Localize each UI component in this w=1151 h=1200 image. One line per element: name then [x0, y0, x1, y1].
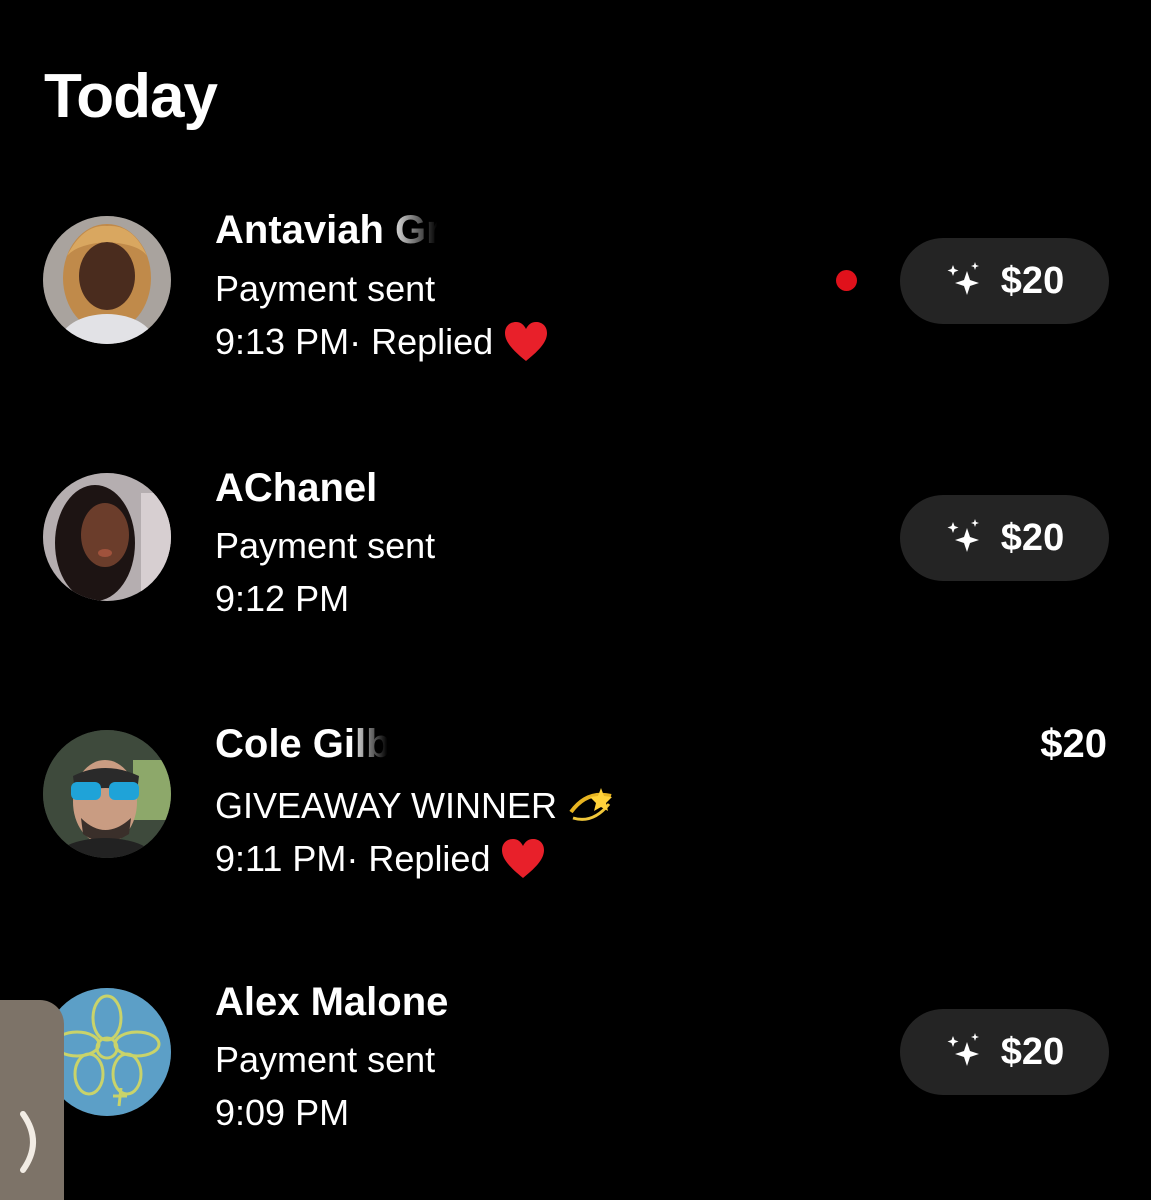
- amount-label: $20: [1000, 259, 1065, 302]
- section-title: Today: [44, 62, 218, 131]
- message-meta: 9:09 PM: [215, 1095, 349, 1131]
- message-subtitle: Payment sent: [215, 1039, 436, 1080]
- sparkles-icon: [947, 262, 979, 295]
- timestamp: 9:11 PM: [215, 838, 347, 879]
- avatar[interactable]: [43, 216, 171, 344]
- notifications-page: Today Antaviah Gr Payment sent 9:13 PM ·…: [0, 0, 1151, 1200]
- sparkles-icon: [947, 1033, 979, 1066]
- reply-status: · Replied: [346, 838, 491, 879]
- side-expand-tab[interactable]: [0, 1000, 64, 1200]
- timestamp: 9:12 PM: [215, 578, 350, 619]
- avatar[interactable]: [43, 730, 171, 858]
- sender-name: Cole Gilb: [215, 722, 391, 766]
- tip-amount-button[interactable]: $20: [900, 238, 1109, 324]
- red-heart-icon: [505, 322, 548, 361]
- sparkles-icon: [947, 519, 979, 552]
- dizzy-star-icon: [569, 788, 613, 821]
- list-item[interactable]: Alex Malone Payment sent 9:09 PM $20: [0, 972, 1151, 1132]
- amount-label: $20: [1000, 1030, 1065, 1073]
- message-meta: 9:11 PM · Replied: [215, 838, 546, 880]
- red-heart-icon: [502, 839, 545, 878]
- list-item[interactable]: AChanel Payment sent 9:12 PM $20: [0, 458, 1151, 618]
- avatar[interactable]: [43, 473, 171, 601]
- timestamp: 9:13 PM: [215, 321, 350, 362]
- chevron-right-icon: [20, 1111, 36, 1173]
- timestamp: 9:09 PM: [215, 1092, 350, 1133]
- message-subtitle: GIVEAWAY WINNER: [215, 784, 615, 828]
- message-meta: 9:12 PM: [215, 581, 349, 617]
- tip-amount-button[interactable]: $20: [900, 495, 1109, 581]
- unread-dot: [836, 270, 857, 291]
- list-item[interactable]: Cole Gilb GIVEAWAY WINNER 9:11 PM · Repl…: [0, 714, 1151, 878]
- message-meta: 9:13 PM · Replied: [215, 321, 549, 363]
- message-subtitle: Payment sent: [215, 525, 436, 566]
- amount-label: $20: [1000, 516, 1065, 559]
- sender-name: Alex Malone: [215, 980, 449, 1024]
- sender-name: AChanel: [215, 466, 378, 510]
- message-subtitle-text: GIVEAWAY WINNER: [215, 785, 558, 826]
- tip-amount-button[interactable]: $20: [900, 1009, 1109, 1095]
- amount-label: $20: [1040, 722, 1107, 766]
- reply-status: · Replied: [349, 321, 494, 362]
- sender-name: Antaviah Gr: [215, 208, 442, 252]
- message-subtitle: Payment sent: [215, 268, 436, 309]
- list-item[interactable]: Antaviah Gr Payment sent 9:13 PM · Repli…: [0, 200, 1151, 363]
